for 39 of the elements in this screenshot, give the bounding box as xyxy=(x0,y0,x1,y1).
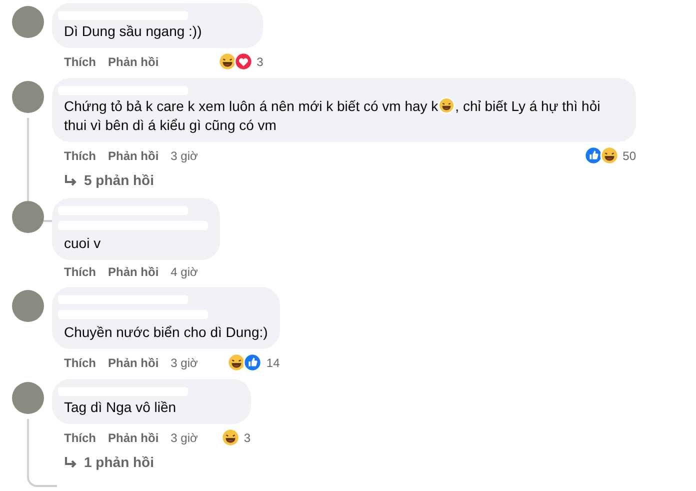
action-link[interactable]: Thích xyxy=(64,264,96,280)
action-link[interactable]: Phản hồi xyxy=(108,54,159,70)
reply-arrow-icon xyxy=(64,174,78,186)
action-link[interactable]: Phản hồi xyxy=(108,430,159,446)
laughing-face-icon xyxy=(218,52,237,71)
avatar[interactable] xyxy=(12,201,44,233)
comment-text: Chứng tỏ bả k care k xem luôn á nên mới k biết có vm hay k , chỉ biết Ly á hự thì hỏi thui vì bên dì á kiểu gì cũng có vm xyxy=(64,97,602,135)
reaction-count[interactable]: 3 xyxy=(256,54,264,70)
action-link[interactable]: Thích xyxy=(64,354,96,370)
action-link[interactable]: Phản hồi xyxy=(108,264,159,280)
reply-arrow-icon xyxy=(64,456,78,468)
comment-text: cuoi v xyxy=(64,234,102,253)
action-link[interactable]: Phản hồi xyxy=(108,354,159,370)
action-link[interactable]: Phản hồi xyxy=(108,148,159,164)
avatar[interactable] xyxy=(12,81,44,113)
reaction-count[interactable]: 14 xyxy=(266,354,280,370)
laughing-face-icon xyxy=(438,97,456,114)
replies-link[interactable]: 1 phản hồi xyxy=(64,452,154,473)
timestamp[interactable]: 4 giờ xyxy=(170,264,198,280)
laughing-face-icon xyxy=(220,428,240,447)
avatar[interactable] xyxy=(12,382,44,414)
timestamp[interactable]: 3 giờ xyxy=(170,148,198,164)
thread-line xyxy=(27,419,57,487)
comment-text: Chuyền nước biển cho dì Dung:) xyxy=(64,323,268,342)
action-link[interactable]: Thích xyxy=(64,54,96,70)
action-link[interactable]: Thích xyxy=(64,430,96,446)
timestamp[interactable]: 3 giờ xyxy=(170,354,198,370)
thumbs-up-icon xyxy=(584,146,603,165)
replies-link[interactable]: 5 phản hồi xyxy=(64,170,154,191)
timestamp[interactable]: 3 giờ xyxy=(170,430,198,446)
laughing-face-icon xyxy=(600,146,619,165)
avatar[interactable] xyxy=(12,290,44,322)
action-link[interactable]: Thích xyxy=(64,148,96,164)
avatar[interactable] xyxy=(12,6,44,38)
reaction-count[interactable]: 50 xyxy=(622,148,636,164)
reaction-count[interactable]: 3 xyxy=(244,430,251,446)
thumbs-up-icon xyxy=(243,353,262,372)
comment-text: Dì Dung sầu ngang :)) xyxy=(64,22,203,41)
comment-text: Tag dì Nga vô liền xyxy=(64,398,178,417)
